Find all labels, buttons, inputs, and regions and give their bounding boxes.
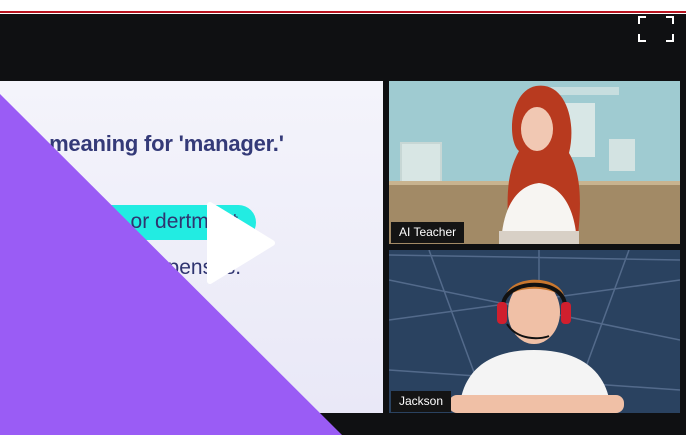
participant-name-jackson: Jackson [391,391,452,412]
answer-option-c-text: ent. [160,298,196,321]
play-button[interactable] [204,201,276,285]
participant-video-ai-teacher: AI Teacher [389,81,680,244]
lesson-slide: st meaning for 'manager.' team or dertme… [0,81,383,413]
answer-option-c[interactable]: ent. [80,293,206,328]
answer-option-b-text: aft [94,256,118,279]
fullscreen-button[interactable] [638,16,674,42]
answer-option-a-text: team or de [78,210,179,233]
participant-name-ai-teacher: AI Teacher [391,222,465,243]
top-accent-line [0,11,686,13]
play-icon [207,202,275,284]
top-bar [0,0,686,14]
fullscreen-icon [638,16,674,42]
participant-video-jackson: Jackson [389,250,680,413]
jackson-video-frame [389,250,680,413]
slide-question: st meaning for 'manager.' [24,131,284,156]
ai-teacher-video-frame [389,81,680,244]
